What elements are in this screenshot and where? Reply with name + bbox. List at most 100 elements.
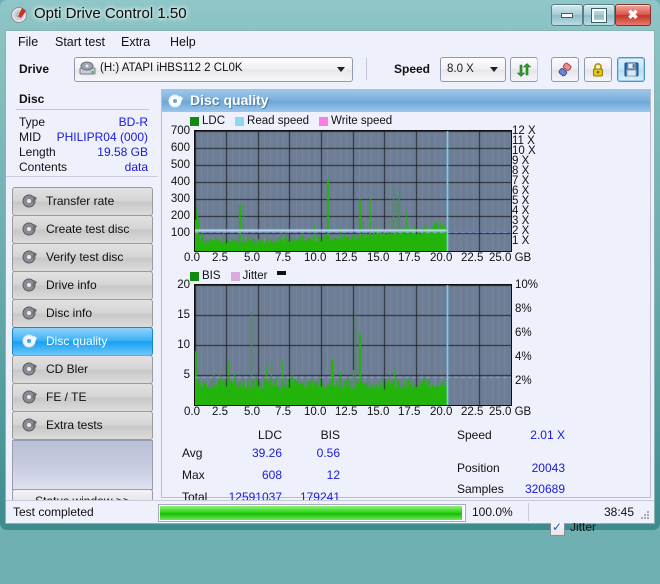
- ldc-chart-legend: LDC Read speed Write speed: [190, 115, 399, 127]
- disc-icon: [22, 249, 38, 265]
- window-title: Opti Drive Control 1.50: [34, 5, 187, 22]
- lock-button[interactable]: [584, 57, 612, 82]
- jitter-checkbox[interactable]: ✓: [550, 521, 565, 536]
- resize-grip-icon[interactable]: [640, 510, 650, 520]
- ldc-xtick-5: 5.0: [244, 252, 260, 264]
- bis-ytick-5: 5: [164, 369, 190, 381]
- bis-xtick-10: 10.0: [304, 406, 326, 418]
- refresh-button[interactable]: [510, 57, 538, 82]
- ldc-ytick-700: 700: [164, 125, 190, 137]
- close-button[interactable]: ✖: [615, 4, 651, 26]
- sidebar-item-cd-bler[interactable]: CD Bler: [12, 355, 153, 384]
- bis-xtick-17p5: 17.5: [398, 406, 420, 418]
- sidebar-item-label: Drive info: [46, 278, 97, 292]
- disc-quality-icon: [168, 93, 184, 109]
- speed-select-value: 8.0 X: [447, 63, 474, 75]
- sidebar-item-drive-info[interactable]: Drive info: [12, 271, 153, 300]
- sidebar-item-label: Disc info: [46, 306, 92, 320]
- sidebar-item-label: FE / TE: [46, 390, 86, 404]
- disc-icon: [22, 277, 38, 293]
- legend-label: LDC: [202, 115, 225, 127]
- bis-y2tick-6pct: 6%: [515, 327, 532, 339]
- results-row-avg-label: Avg: [182, 446, 202, 460]
- menu-extra[interactable]: Extra: [119, 35, 152, 49]
- eraser-icon: [557, 62, 573, 78]
- maximize-icon: [584, 5, 614, 25]
- bis-jitter-chart[interactable]: [194, 284, 512, 406]
- disc-contents-value: data: [125, 160, 148, 174]
- title-bar: Opti Drive Control 1.50 ✖: [0, 0, 660, 30]
- sidebar-item-label: Extra tests: [46, 418, 103, 432]
- legend-label: Read speed: [247, 115, 309, 127]
- disc-mid-label: MID: [19, 130, 41, 144]
- elapsed-time: 38:45: [604, 505, 634, 519]
- drive-select-value: (H:) ATAPI iHBS112 2 CL0K: [100, 62, 243, 74]
- menu-start-test[interactable]: Start test: [53, 35, 107, 49]
- maximize-button[interactable]: [583, 4, 615, 26]
- sidebar-item-fe-te[interactable]: FE / TE: [12, 383, 153, 412]
- bis-xtick-12p5: 12.5: [335, 406, 357, 418]
- disc-icon: [22, 361, 38, 377]
- disc-icon: [22, 305, 38, 321]
- menu-file[interactable]: File: [16, 35, 40, 49]
- results-col-bis: BIS: [290, 428, 340, 442]
- bis-y2tick-2pct: 2%: [515, 375, 532, 387]
- sidebar-item-label: Create test disc: [46, 222, 129, 236]
- legend-label: Jitter: [243, 270, 268, 282]
- lock-icon: [590, 62, 606, 78]
- ldc-chart[interactable]: [194, 130, 512, 252]
- menu-bar: File Start test Extra Help: [6, 31, 654, 55]
- sidebar-item-disc-info[interactable]: Disc info: [12, 299, 153, 328]
- bis-xtick-2p5: 2.5: [212, 406, 228, 418]
- ldc-xtick-25: 25.0 GB: [489, 252, 531, 264]
- legend-label: BIS: [202, 270, 221, 282]
- bis-chart-legend: BIS Jitter: [190, 270, 286, 282]
- controls-speed-label: Speed: [457, 428, 492, 442]
- drive-select[interactable]: (H:) ATAPI iHBS112 2 CL0K: [74, 57, 353, 82]
- ldc-xtick-2p5: 2.5: [212, 252, 228, 264]
- disc-icon: [22, 193, 38, 209]
- minimize-button[interactable]: [551, 4, 583, 26]
- ldc-ytick-300: 300: [164, 193, 190, 205]
- bis-y2tick-4pct: 4%: [515, 351, 532, 363]
- erase-button[interactable]: [551, 57, 579, 82]
- legend-swatch: [190, 272, 199, 281]
- main-content: Disc quality LDC Read speed Write speed: [158, 87, 654, 500]
- bis-ytick-15: 15: [164, 309, 190, 321]
- save-button[interactable]: [617, 57, 645, 82]
- bis-xtick-7p5: 7.5: [275, 406, 291, 418]
- disc-mid-value: PHILIPR04 (000): [57, 130, 148, 144]
- sidebar-item-extra-tests[interactable]: Extra tests: [12, 411, 153, 440]
- sidebar-item-verify-test-disc[interactable]: Verify test disc: [12, 243, 153, 272]
- speed-select[interactable]: 8.0 X: [440, 57, 506, 82]
- legend-ldc: LDC: [190, 115, 225, 127]
- drive-icon: [79, 61, 96, 76]
- menu-help[interactable]: Help: [168, 35, 198, 49]
- close-icon: ✖: [616, 5, 650, 25]
- status-separator: [528, 503, 529, 521]
- sidebar-item-create-test-disc[interactable]: Create test disc: [12, 215, 153, 244]
- controls-speed-value: 2.01 X: [517, 428, 565, 442]
- ldc-xtick-12p5: 12.5: [335, 252, 357, 264]
- ldc-ytick-600: 600: [164, 142, 190, 154]
- controls-samples-value: 320689: [512, 482, 565, 496]
- client-area: File Start test Extra Help Drive (H:) AT…: [5, 30, 655, 524]
- ldc-y2tick-1x: 1 X: [512, 235, 529, 247]
- app-disc-icon: [11, 6, 29, 24]
- ldc-xtick-22p5: 22.5: [461, 252, 483, 264]
- status-message: Test completed: [13, 505, 94, 519]
- sidebar-item-disc-quality[interactable]: Disc quality: [12, 327, 153, 356]
- bis-ytick-10: 10: [164, 339, 190, 351]
- sidebar-filler-panel: [12, 440, 153, 490]
- speed-label: Speed: [394, 62, 430, 76]
- divider: [16, 109, 149, 110]
- bis-xtick-25: 25.0 GB: [489, 406, 531, 418]
- chevron-down-icon: [337, 67, 345, 72]
- results-avg-bis: 0.56: [290, 446, 340, 460]
- sidebar-item-label: Verify test disc: [46, 250, 123, 264]
- disc-type-value: BD-R: [119, 115, 148, 129]
- sidebar-item-label: CD Bler: [46, 362, 88, 376]
- sidebar-item-transfer-rate[interactable]: Transfer rate: [12, 187, 153, 216]
- bis-xtick-0: 0.0: [184, 406, 200, 418]
- ldc-xtick-20: 20.0: [430, 252, 452, 264]
